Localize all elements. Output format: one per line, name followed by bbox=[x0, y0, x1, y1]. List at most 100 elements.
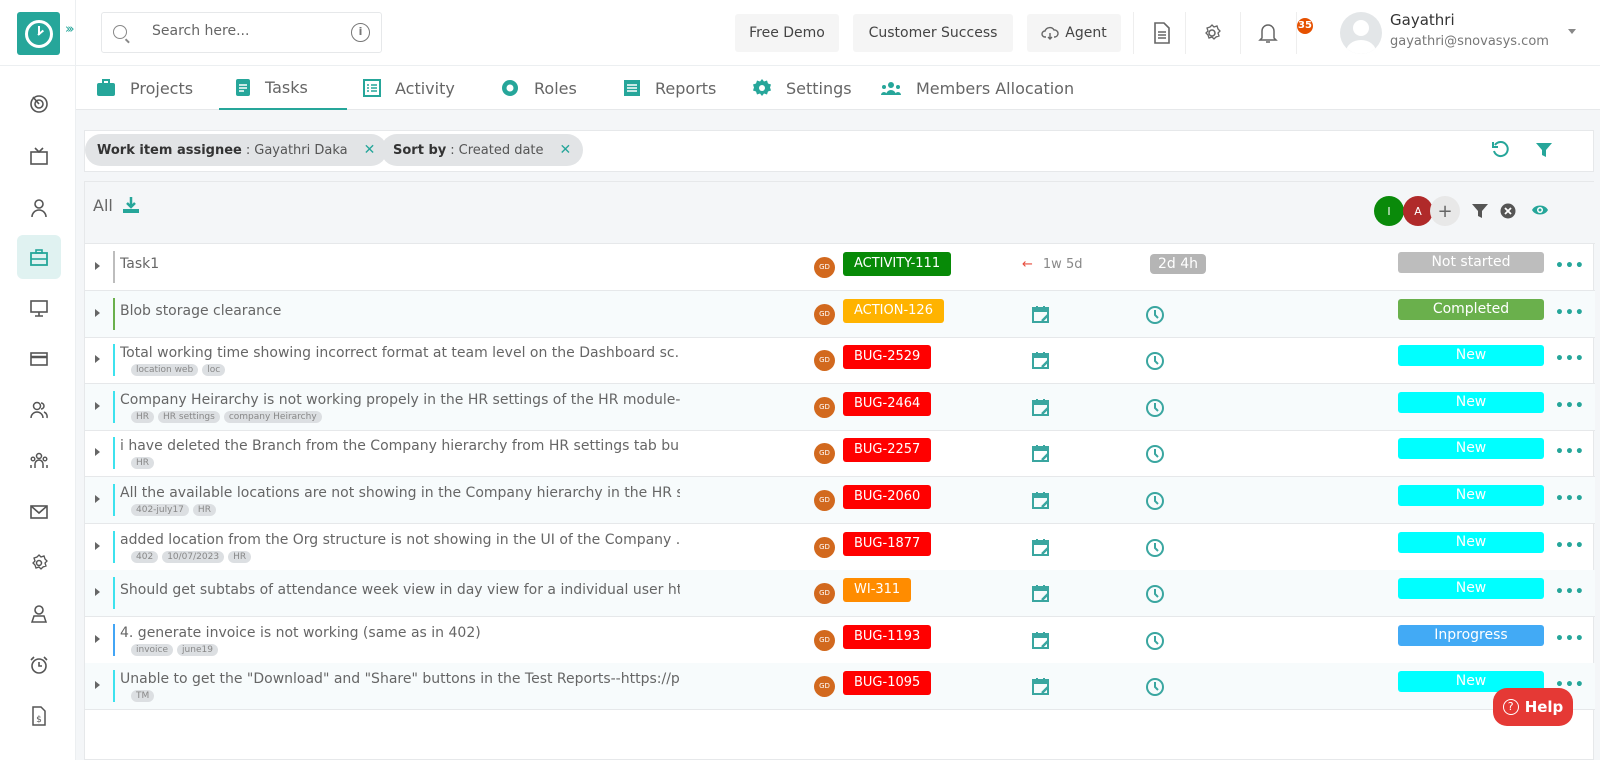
task-title[interactable]: Total working time showing incorrect for… bbox=[120, 345, 680, 361]
expand-row-icon[interactable] bbox=[95, 681, 100, 690]
more-options-icon[interactable]: ••• bbox=[1555, 631, 1585, 647]
more-options-icon[interactable]: ••• bbox=[1555, 305, 1585, 321]
expand-row-icon[interactable] bbox=[95, 355, 100, 364]
expand-row-icon[interactable] bbox=[95, 541, 100, 550]
assignee-avatar[interactable]: GD bbox=[814, 536, 835, 558]
sidebar-item-tv[interactable] bbox=[17, 134, 61, 178]
sidebar-item-monitor[interactable] bbox=[17, 286, 61, 330]
calendar-edit-icon[interactable] bbox=[1031, 397, 1051, 421]
sidebar-item-profile[interactable] bbox=[17, 186, 61, 230]
assignee-avatar[interactable]: GD bbox=[814, 629, 835, 651]
task-title[interactable]: All the available locations are not show… bbox=[120, 485, 680, 501]
status-badge[interactable]: New bbox=[1398, 485, 1544, 506]
more-options-icon[interactable]: ••• bbox=[1555, 444, 1585, 460]
expand-row-icon[interactable] bbox=[95, 634, 100, 643]
task-title[interactable]: Should get subtabs of attendance week vi… bbox=[120, 582, 680, 598]
table-row[interactable]: Task1 GD ACTIVITY-111 ← 1w 5d 2d 4h Not s… bbox=[85, 244, 1595, 291]
sidebar-item-settings[interactable] bbox=[17, 541, 61, 585]
task-title[interactable]: Unable to get the "Download" and "Share"… bbox=[120, 671, 680, 687]
calendar-edit-icon[interactable] bbox=[1031, 350, 1051, 374]
clock-icon[interactable] bbox=[1145, 677, 1165, 701]
sidebar-item-employee[interactable] bbox=[17, 592, 61, 636]
status-badge[interactable]: New bbox=[1398, 345, 1544, 367]
table-row[interactable]: All the available locations are not show… bbox=[85, 477, 1595, 524]
tab-projects[interactable]: Projects bbox=[96, 66, 216, 110]
task-title[interactable]: Task1 bbox=[120, 256, 159, 272]
work-item-key[interactable]: WI-311 bbox=[843, 578, 912, 603]
expand-row-icon[interactable] bbox=[95, 262, 100, 270]
assignee-avatar[interactable]: GD bbox=[814, 396, 835, 418]
status-badge[interactable]: New bbox=[1398, 531, 1544, 553]
more-options-icon[interactable]: ••• bbox=[1555, 538, 1585, 554]
task-title[interactable]: Blob storage clearance bbox=[120, 303, 281, 319]
customer-success-button[interactable]: Customer Success bbox=[853, 14, 1013, 52]
status-badge[interactable]: New bbox=[1398, 438, 1544, 460]
eye-icon[interactable] bbox=[1531, 203, 1549, 217]
status-badge[interactable]: Not started bbox=[1398, 252, 1544, 273]
table-row[interactable]: Blob storage clearance GD ACTION-126 Com… bbox=[85, 290, 1595, 338]
work-item-key[interactable]: BUG-2529 bbox=[843, 345, 932, 370]
sidebar-item-mail[interactable] bbox=[17, 490, 61, 534]
work-item-key[interactable]: BUG-1877 bbox=[843, 531, 932, 556]
clock-icon[interactable] bbox=[1145, 491, 1165, 515]
assignee-avatar[interactable]: GD bbox=[814, 303, 835, 325]
help-button[interactable]: ? Help bbox=[1493, 688, 1573, 726]
remove-filter-icon[interactable]: ✕ bbox=[364, 142, 376, 158]
more-options-icon[interactable]: ••• bbox=[1555, 491, 1585, 507]
expand-row-icon[interactable] bbox=[95, 448, 100, 457]
calendar-edit-icon[interactable] bbox=[1031, 676, 1051, 700]
calendar-edit-icon[interactable] bbox=[1031, 490, 1051, 514]
sidebar-item-billing[interactable] bbox=[17, 337, 61, 381]
assignee-avatar[interactable]: GD bbox=[814, 350, 835, 372]
table-row[interactable]: Total working time showing incorrect for… bbox=[85, 337, 1595, 385]
task-title[interactable]: Company Heirarchy is not working propely… bbox=[120, 392, 680, 408]
sidebar-item-users[interactable] bbox=[17, 388, 61, 432]
more-options-icon[interactable]: ••• bbox=[1555, 398, 1585, 414]
assignee-avatar[interactable]: GD bbox=[814, 583, 835, 605]
work-item-key[interactable]: BUG-1193 bbox=[843, 624, 932, 649]
expand-row-icon[interactable] bbox=[95, 401, 100, 410]
expand-row-icon[interactable] bbox=[95, 308, 100, 317]
document-icon[interactable] bbox=[1149, 20, 1175, 46]
free-demo-button[interactable]: Free Demo bbox=[735, 14, 839, 52]
sidebar-item-alarm[interactable] bbox=[17, 643, 61, 687]
more-options-icon[interactable]: ••• bbox=[1555, 258, 1585, 274]
table-row[interactable]: 4. generate invoice is not working (same… bbox=[85, 617, 1595, 664]
clock-icon[interactable] bbox=[1145, 398, 1165, 422]
agent-button[interactable]: Agent bbox=[1027, 14, 1121, 52]
work-item-key[interactable]: ACTIVITY-111 bbox=[843, 252, 952, 276]
tab-members-allocation[interactable]: Members Allocation bbox=[880, 66, 1074, 110]
sidebar-item-invoice[interactable]: $ bbox=[17, 694, 61, 738]
filter-icon[interactable] bbox=[1471, 202, 1489, 220]
clock-icon[interactable] bbox=[1145, 538, 1165, 562]
clock-icon[interactable] bbox=[1145, 305, 1165, 329]
info-icon[interactable]: i bbox=[351, 23, 370, 42]
notification-bell-icon[interactable] bbox=[1255, 20, 1281, 46]
add-assignee-button[interactable]: + bbox=[1430, 196, 1460, 226]
status-badge[interactable]: New bbox=[1398, 578, 1544, 600]
assignee-avatar[interactable]: GD bbox=[814, 443, 835, 465]
task-title[interactable]: 4. generate invoice is not working (same… bbox=[120, 625, 481, 641]
calendar-edit-icon[interactable] bbox=[1031, 583, 1051, 607]
sidebar-item-dashboard[interactable] bbox=[17, 82, 61, 126]
clock-icon[interactable] bbox=[1145, 584, 1165, 608]
expand-sidebar-icon[interactable]: ››› bbox=[65, 22, 74, 37]
calendar-edit-icon[interactable] bbox=[1031, 304, 1051, 328]
table-row[interactable]: added location from the Org structure is… bbox=[85, 524, 1595, 571]
work-item-key[interactable]: BUG-2060 bbox=[843, 485, 932, 509]
more-options-icon[interactable]: ••• bbox=[1555, 584, 1585, 600]
reset-icon[interactable] bbox=[1491, 141, 1509, 159]
remove-filter-icon[interactable]: ✕ bbox=[560, 142, 572, 158]
sidebar-item-projects[interactable] bbox=[17, 235, 61, 279]
status-badge[interactable]: Completed bbox=[1398, 298, 1544, 320]
clock-icon[interactable] bbox=[1145, 351, 1165, 375]
status-badge[interactable]: New bbox=[1398, 391, 1544, 413]
table-row[interactable]: Unable to get the "Download" and "Share"… bbox=[85, 663, 1595, 711]
app-logo[interactable] bbox=[17, 12, 60, 55]
assignee-avatar[interactable]: GD bbox=[814, 257, 835, 278]
tab-activity[interactable]: Activity bbox=[363, 66, 455, 110]
clear-filter-icon[interactable] bbox=[1500, 203, 1516, 219]
clock-icon[interactable] bbox=[1145, 631, 1165, 655]
calendar-edit-icon[interactable] bbox=[1031, 443, 1051, 467]
sidebar-item-teams[interactable] bbox=[17, 439, 61, 483]
